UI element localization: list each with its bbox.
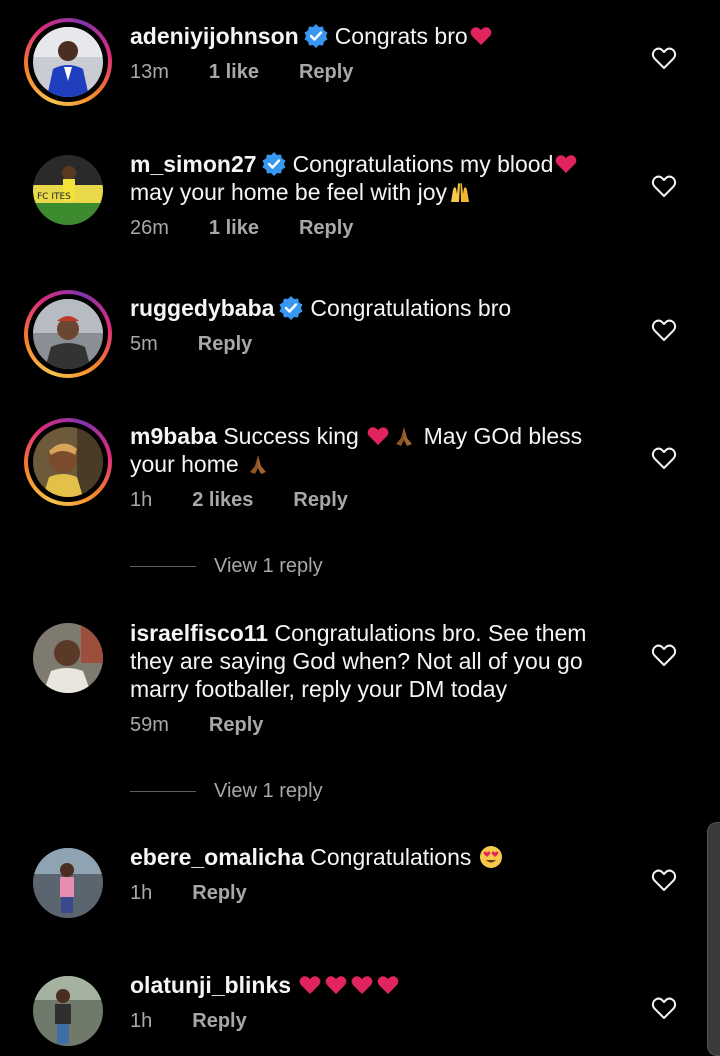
avatar[interactable] xyxy=(24,418,112,506)
username[interactable]: m_simon27 xyxy=(130,151,257,177)
avatar[interactable] xyxy=(24,839,112,927)
heart-outline-icon[interactable] xyxy=(650,641,678,669)
verified-badge-icon xyxy=(304,24,328,48)
comment-time: 5m xyxy=(130,333,158,355)
comment-time: 1h xyxy=(130,489,153,511)
view-replies-label[interactable]: View 1 reply xyxy=(214,780,323,803)
scrollbar-handle[interactable] xyxy=(707,822,720,1056)
comment-meta: 26m 1 like Reply xyxy=(130,216,620,240)
username[interactable]: adeniyijohnson xyxy=(130,23,299,49)
comment-body: adeniyijohnson Congrats bro 13m 1 like Repl… xyxy=(130,22,620,84)
username[interactable]: olatunji_blinks xyxy=(130,972,291,998)
comment-message: Congratulations my blood xyxy=(292,151,554,177)
red-heart-emoji xyxy=(556,155,577,173)
avatar[interactable] xyxy=(24,967,112,1055)
comment-meta: 5m Reply xyxy=(130,332,620,356)
comment-body: m9baba Success king May GOd bless your h… xyxy=(130,422,620,512)
comment-meta: 13m 1 like Reply xyxy=(130,60,620,84)
reply-button[interactable]: Reply xyxy=(293,488,347,512)
heart-outline-icon[interactable] xyxy=(650,44,678,72)
comment-text-continued: marry footballer, reply your DM today xyxy=(130,675,620,703)
view-replies-label[interactable]: View 1 reply xyxy=(214,555,323,578)
comment-text: adeniyijohnson Congrats bro xyxy=(130,22,620,50)
avatar[interactable]: FC ITES xyxy=(24,146,112,234)
comment-body: ruggedybaba Congratulations bro 5m Reply xyxy=(130,294,620,356)
heart-outline-icon[interactable] xyxy=(650,316,678,344)
comment-meta: 59m Reply xyxy=(130,713,620,737)
avatar[interactable] xyxy=(24,290,112,378)
reply-button[interactable]: Reply xyxy=(198,332,252,356)
comment-message: Congratulations xyxy=(310,844,472,870)
comment-message: they are saying God when? Not all of you… xyxy=(130,648,583,674)
comment-body: israelfisco11 Congratulations bro. See t… xyxy=(130,619,620,737)
folded-hands-emoji xyxy=(396,427,413,446)
username[interactable]: ruggedybaba xyxy=(130,295,274,321)
heart-outline-icon[interactable] xyxy=(650,866,678,894)
red-heart-emoji xyxy=(326,976,347,994)
heart-outline-icon[interactable] xyxy=(650,994,678,1022)
svg-text:FC ITES: FC ITES xyxy=(37,192,71,202)
reply-button[interactable]: Reply xyxy=(209,713,263,737)
view-replies-button[interactable]: View 1 reply xyxy=(130,551,323,581)
comment-meta: 1h Reply xyxy=(130,1009,620,1033)
comment-body: m_simon27 Congratulations my blood may yo… xyxy=(130,150,620,240)
red-heart-emoji xyxy=(367,427,389,445)
comment-body: olatunji_blinks 1h Reply xyxy=(130,971,620,1033)
comment-text: ebere_omalicha Congratulations xyxy=(130,843,620,871)
comment-message: your home xyxy=(130,451,239,477)
comment-message: Congratulations bro xyxy=(310,295,512,321)
comment-text-continued: they are saying God when? Not all of you… xyxy=(130,647,620,675)
like-count[interactable]: 2 likes xyxy=(192,488,253,512)
view-replies-button[interactable]: View 1 reply xyxy=(130,776,323,806)
comment-meta: 1h Reply xyxy=(130,881,620,905)
red-heart-emoji xyxy=(300,976,321,994)
username[interactable]: israelfisco11 xyxy=(130,620,268,646)
like-count[interactable]: 1 like xyxy=(209,216,259,240)
comment-message: Congratulations bro. See them xyxy=(274,620,587,646)
comment-message: Congrats bro xyxy=(334,23,468,49)
raising-hands-emoji xyxy=(451,183,470,202)
reply-button[interactable]: Reply xyxy=(192,881,246,905)
avatar[interactable] xyxy=(24,614,112,702)
divider xyxy=(130,565,196,567)
comment-meta: 1h 2 likes Reply xyxy=(130,488,620,512)
reply-button[interactable]: Reply xyxy=(299,216,353,240)
red-heart-emoji xyxy=(470,27,492,45)
comment-message: Success king xyxy=(223,423,359,449)
verified-badge-icon xyxy=(279,296,303,320)
comment-body: ebere_omalicha Congratulations 1h Reply xyxy=(130,843,620,905)
comment-time: 13m xyxy=(130,61,169,83)
heart-eyes-emoji xyxy=(479,846,502,868)
comment-text-continued: may your home be feel with joy xyxy=(130,178,620,206)
comment-text: olatunji_blinks xyxy=(130,971,620,999)
avatar[interactable] xyxy=(24,18,112,106)
comment-text: ruggedybaba Congratulations bro xyxy=(130,294,620,322)
reply-button[interactable]: Reply xyxy=(299,60,353,84)
red-heart-emoji xyxy=(378,976,399,994)
reply-button[interactable]: Reply xyxy=(192,1009,246,1033)
comment-time: 1h xyxy=(130,1010,153,1032)
heart-outline-icon[interactable] xyxy=(650,172,678,200)
verified-badge-icon xyxy=(262,152,286,176)
comment-message: marry footballer, reply your DM today xyxy=(130,676,508,702)
like-count[interactable]: 1 like xyxy=(209,60,259,84)
red-heart-emoji xyxy=(352,976,373,994)
heart-outline-icon[interactable] xyxy=(650,444,678,472)
username[interactable]: m9baba xyxy=(130,423,217,449)
comment-message: May GOd bless xyxy=(423,423,583,449)
username[interactable]: ebere_omalicha xyxy=(130,844,304,870)
comment-time: 1h xyxy=(130,882,153,904)
comment-time: 59m xyxy=(130,714,169,736)
comment-message: may your home be feel with joy xyxy=(130,179,448,205)
folded-hands-emoji xyxy=(250,455,267,474)
comment-time: 26m xyxy=(130,217,169,239)
divider xyxy=(130,790,196,792)
comment-text: israelfisco11 Congratulations bro. See t… xyxy=(130,619,620,647)
comment-text: m_simon27 Congratulations my blood xyxy=(130,150,620,178)
comment-text: m9baba Success king May GOd bless xyxy=(130,422,620,450)
comment-text-continued: your home xyxy=(130,450,620,478)
